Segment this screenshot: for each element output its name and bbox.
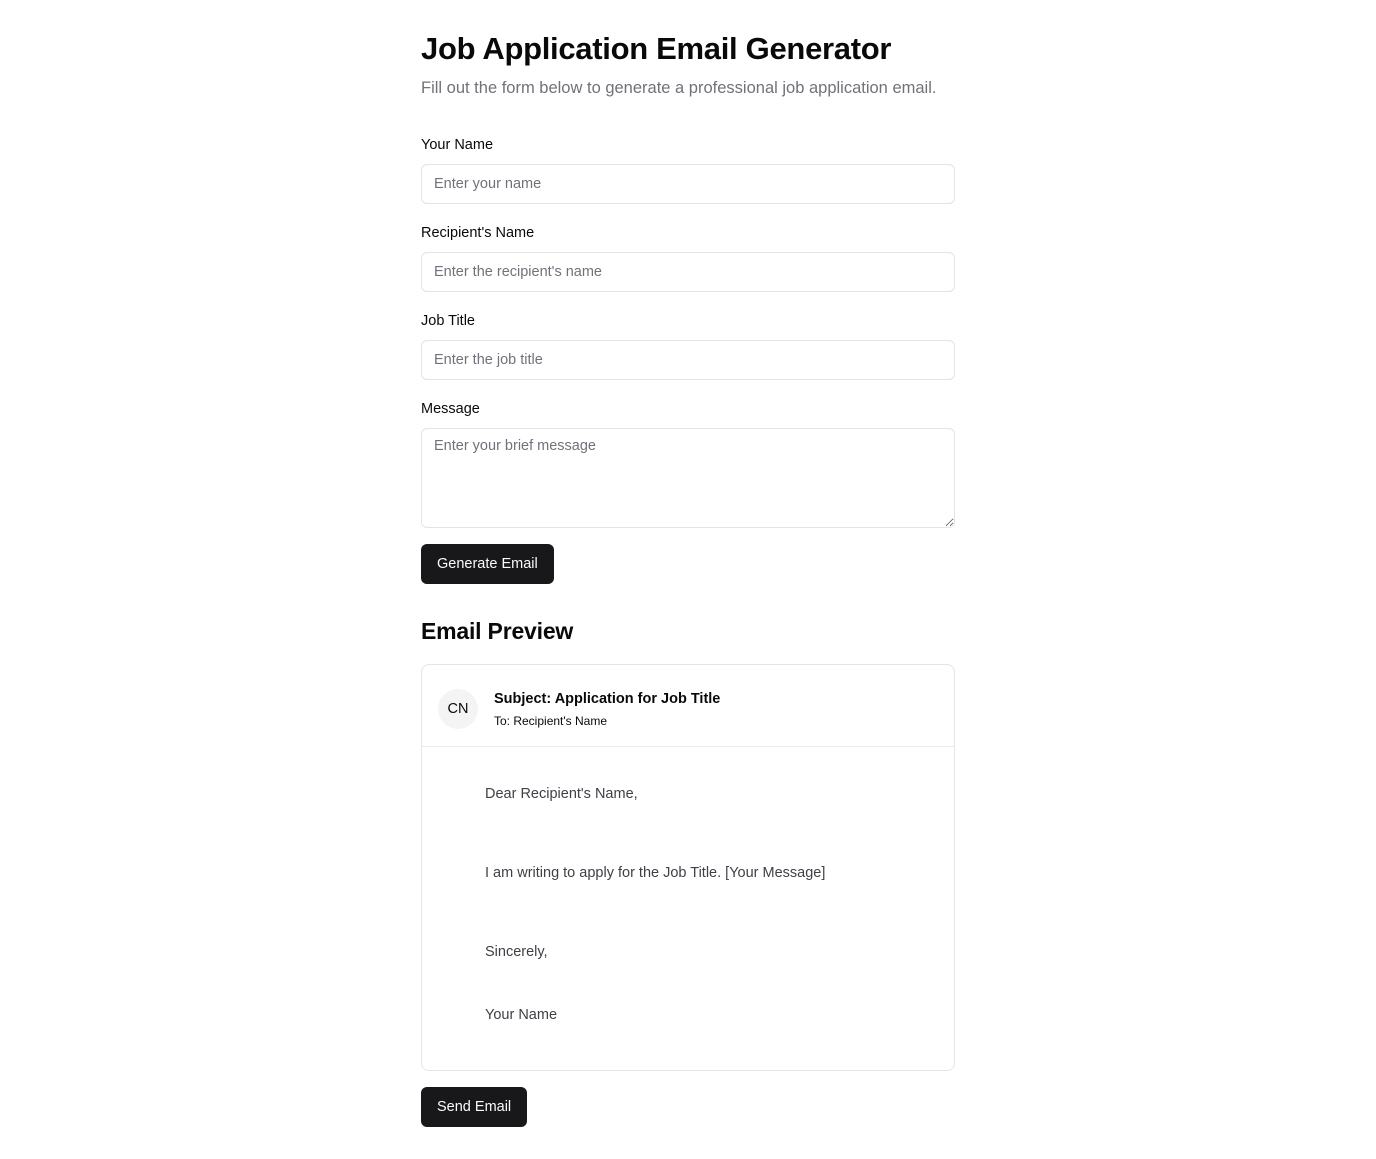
job-title-label: Job Title bbox=[421, 313, 475, 329]
your-name-input[interactable] bbox=[421, 164, 955, 204]
recipient-name-input[interactable] bbox=[421, 252, 955, 292]
avatar: CN bbox=[438, 689, 478, 729]
message-label: Message bbox=[421, 401, 480, 417]
generate-email-button[interactable]: Generate Email bbox=[421, 544, 554, 584]
send-email-button[interactable]: Send Email bbox=[421, 1087, 528, 1127]
email-preview-header: CN Subject: Application for Job Title To… bbox=[422, 665, 954, 747]
email-body: I am writing to apply for the Job Title.… bbox=[485, 865, 826, 881]
email-greeting: Dear Recipient's Name, bbox=[485, 786, 638, 802]
job-title-input[interactable] bbox=[421, 340, 955, 380]
message-textarea[interactable] bbox=[421, 428, 955, 528]
page-subtitle: Fill out the form below to generate a pr… bbox=[421, 79, 937, 97]
page-title: Job Application Email Generator bbox=[421, 31, 892, 66]
email-preview-card: CN Subject: Application for Job Title To… bbox=[421, 664, 955, 1071]
email-signature: Your Name bbox=[485, 1007, 558, 1023]
your-name-label: Your Name bbox=[421, 137, 494, 153]
email-closing: Sincerely, bbox=[485, 944, 548, 960]
email-preview-title: Email Preview bbox=[421, 618, 574, 644]
email-subject: Subject: Application for Job Title bbox=[494, 691, 721, 707]
email-recipient: To: Recipient's Name bbox=[494, 714, 608, 728]
recipient-name-label: Recipient's Name bbox=[421, 225, 535, 241]
